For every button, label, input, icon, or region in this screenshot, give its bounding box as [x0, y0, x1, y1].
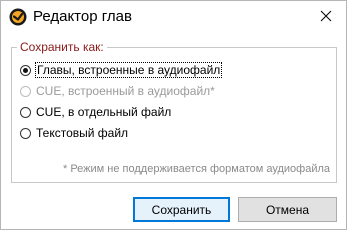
option-label: Текстовый файл	[36, 126, 129, 140]
cancel-button[interactable]: Отмена	[238, 197, 337, 222]
option-embedded-cue: CUE, встроенный в аудиофайл*	[20, 83, 215, 99]
save-button[interactable]: Сохранить	[133, 197, 230, 222]
app-logo-icon	[9, 8, 27, 26]
save-as-group: Сохранить как: Главы, встроенные в аудио…	[11, 40, 337, 183]
radio-button	[20, 85, 31, 97]
close-button[interactable]	[306, 1, 346, 33]
window-title: Редактор глав	[33, 8, 132, 25]
option-label: CUE, встроенный в аудиофайл*	[36, 84, 215, 98]
option-embedded-chapters[interactable]: Главы, встроенные в аудиофайл	[20, 62, 223, 78]
title-bar: Редактор глав	[1, 1, 346, 33]
radio-button[interactable]	[20, 127, 31, 139]
close-icon	[320, 10, 332, 25]
option-separate-cue[interactable]: CUE, в отдельный файл	[20, 104, 171, 120]
dialog-window: Редактор глав Сохранить как: Главы, встр…	[0, 0, 347, 230]
save-as-legend: Сохранить как:	[17, 40, 107, 55]
unsupported-note: * Режим не поддерживается форматом аудио…	[62, 163, 330, 175]
radio-button[interactable]	[20, 106, 31, 118]
option-label: CUE, в отдельный файл	[36, 105, 172, 119]
option-text-file[interactable]: Текстовый файл	[20, 125, 128, 141]
radio-button[interactable]	[20, 64, 31, 76]
option-label: Главы, встроенные в аудиофайл	[34, 62, 223, 78]
